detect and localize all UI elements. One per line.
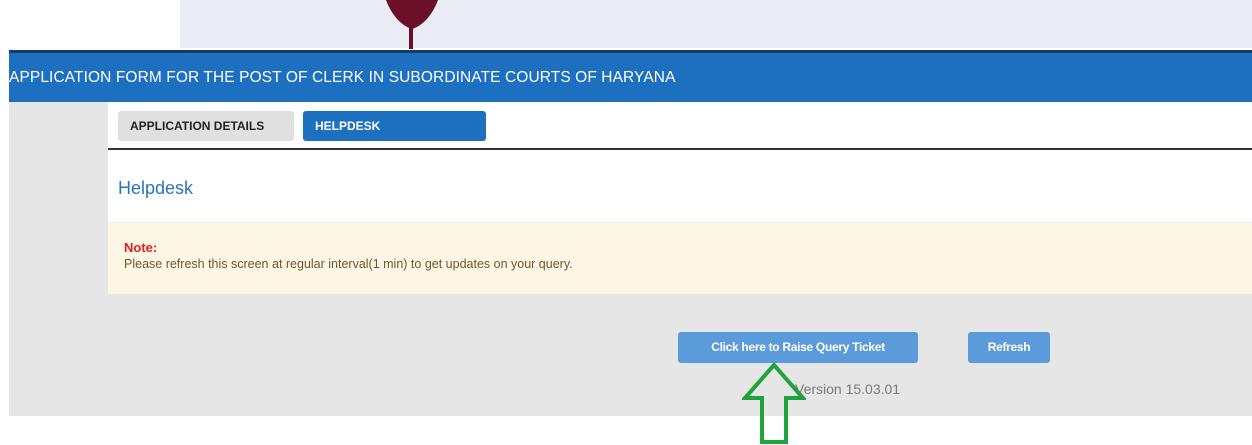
tab-helpdesk[interactable]: HELPDESK — [303, 111, 486, 141]
helpdesk-panel: Helpdesk Note: Please refresh this scree… — [108, 150, 1252, 294]
note-text: Please refresh this screen at regular in… — [124, 257, 573, 271]
page-title: APPLICATION FORM FOR THE POST OF CLERK I… — [9, 69, 676, 86]
version-text: Version 15.03.01 — [795, 381, 901, 397]
leaf-emblem-icon — [386, 0, 438, 49]
tab-bar: APPLICATION DETAILS HELPDESK — [108, 102, 1252, 150]
raise-query-ticket-button[interactable]: Click here to Raise Query Ticket — [678, 332, 918, 363]
note-box: Note: Please refresh this screen at regu… — [108, 223, 1252, 294]
up-arrow-icon — [742, 362, 806, 444]
page-title-bar: APPLICATION FORM FOR THE POST OF CLERK I… — [9, 50, 1252, 102]
tab-application-details[interactable]: APPLICATION DETAILS — [118, 111, 294, 141]
top-banner — [180, 0, 1252, 48]
note-label: Note: — [124, 240, 158, 255]
refresh-button[interactable]: Refresh — [968, 332, 1050, 363]
panel-heading: Helpdesk — [118, 178, 194, 198]
